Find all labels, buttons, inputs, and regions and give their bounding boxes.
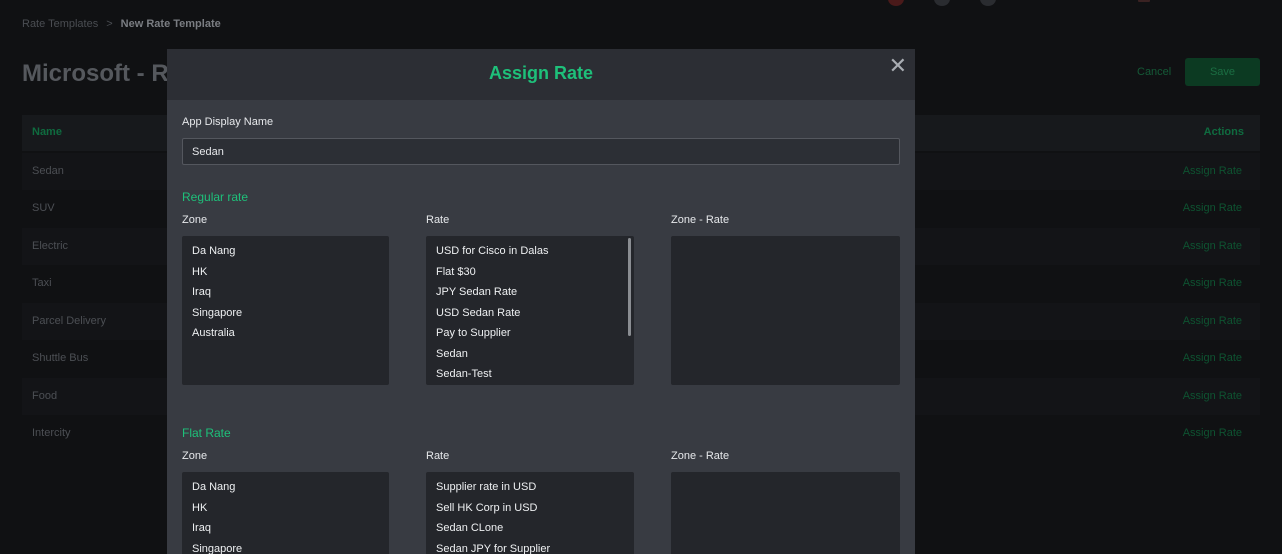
row-name: Sedan (32, 165, 64, 177)
list-item[interactable]: Australia (182, 323, 389, 344)
assign-rate-link[interactable]: Assign Rate (1183, 352, 1242, 364)
regular-rate-list[interactable]: USD for Cisco in Dalas Flat $30 JPY Seda… (426, 236, 634, 385)
row-name: Shuttle Bus (32, 352, 89, 364)
assign-rate-modal: Assign Rate ✕ App Display Name Regular r… (167, 49, 915, 554)
list-item[interactable]: Da Nang (182, 477, 389, 498)
list-item[interactable]: Singapore (182, 539, 389, 554)
list-item[interactable]: USD for Cisco in Dalas (426, 241, 634, 262)
breadcrumb: Rate Templates > New Rate Template (22, 18, 221, 30)
app-display-name-input[interactable] (182, 138, 900, 165)
flat-zone-list[interactable]: Da Nang HK Iraq Singapore (182, 472, 389, 554)
list-item[interactable]: Iraq (182, 518, 389, 539)
column-header-name[interactable]: Name (32, 126, 62, 138)
list-item[interactable]: HK (182, 498, 389, 519)
user-icon[interactable] (980, 0, 996, 6)
assign-rate-link[interactable]: Assign Rate (1183, 427, 1242, 439)
breadcrumb-current: New Rate Template (120, 18, 221, 30)
assign-rate-link[interactable]: Assign Rate (1183, 277, 1242, 289)
notification-icon[interactable] (888, 0, 904, 6)
save-button[interactable]: Save (1185, 58, 1260, 86)
list-item[interactable]: Singapore (182, 303, 389, 324)
list-item[interactable]: Pay to Supplier (426, 323, 634, 344)
regular-zone-list[interactable]: Da Nang HK Iraq Singapore Australia (182, 236, 389, 385)
list-item[interactable]: Iraq (182, 282, 389, 303)
flat-rate-list[interactable]: Supplier rate in USD Sell HK Corp in USD… (426, 472, 634, 554)
column-header-actions: Actions (1203, 126, 1244, 138)
row-name: Intercity (32, 427, 71, 439)
scrollbar[interactable] (628, 238, 631, 336)
top-icons (888, 0, 1150, 6)
list-item[interactable]: Da Nang (182, 241, 389, 262)
row-name: Electric (32, 240, 69, 252)
flat-zone-rate-label: Zone - Rate (671, 450, 730, 462)
regular-zone-label: Zone (182, 214, 208, 226)
flat-rate-label: Rate (426, 450, 450, 462)
globe-icon[interactable] (934, 0, 950, 6)
page-title: Microsoft - Rat (22, 60, 190, 87)
flag-icon[interactable] (1138, 0, 1150, 2)
regular-zone-rate-list[interactable] (671, 236, 900, 385)
assign-rate-link[interactable]: Assign Rate (1183, 315, 1242, 327)
row-name: Parcel Delivery (32, 315, 106, 327)
close-icon[interactable]: ✕ (889, 55, 907, 77)
app-display-name-label: App Display Name (182, 116, 274, 128)
row-name: Food (32, 390, 58, 402)
list-item[interactable]: Sedan CLone (426, 518, 634, 539)
assign-rate-link[interactable]: Assign Rate (1183, 240, 1242, 252)
modal-header: Assign Rate ✕ (167, 49, 915, 100)
breadcrumb-separator: > (106, 18, 113, 30)
cancel-button[interactable]: Cancel (1137, 66, 1171, 78)
assign-rate-link[interactable]: Assign Rate (1183, 390, 1242, 402)
list-item[interactable]: Supplier rate in USD (426, 477, 634, 498)
list-item[interactable]: JPY Sedan Rate (426, 282, 634, 303)
list-item[interactable]: Flat $30 (426, 262, 634, 283)
list-item[interactable]: HK (182, 262, 389, 283)
flat-zone-rate-list[interactable] (671, 472, 900, 554)
list-item[interactable]: Sedan JPY for Supplier (426, 539, 634, 554)
regular-rate-label: Rate (426, 214, 450, 226)
flat-zone-label: Zone (182, 450, 208, 462)
assign-rate-link[interactable]: Assign Rate (1183, 165, 1242, 177)
list-item[interactable]: Sell HK Corp in USD (426, 498, 634, 519)
modal-title: Assign Rate (488, 63, 594, 83)
list-item[interactable]: USD Sedan Rate (426, 303, 634, 324)
list-item[interactable]: Sedan (426, 344, 634, 365)
list-item[interactable]: Sedan-Test (426, 364, 634, 385)
row-name: SUV (32, 202, 55, 214)
row-name: Taxi (32, 277, 52, 289)
assign-rate-link[interactable]: Assign Rate (1183, 202, 1242, 214)
regular-zone-rate-label: Zone - Rate (671, 214, 730, 226)
breadcrumb-parent[interactable]: Rate Templates (22, 18, 98, 30)
flat-rate-title: Flat Rate (182, 426, 231, 440)
regular-rate-title: Regular rate (182, 190, 249, 204)
